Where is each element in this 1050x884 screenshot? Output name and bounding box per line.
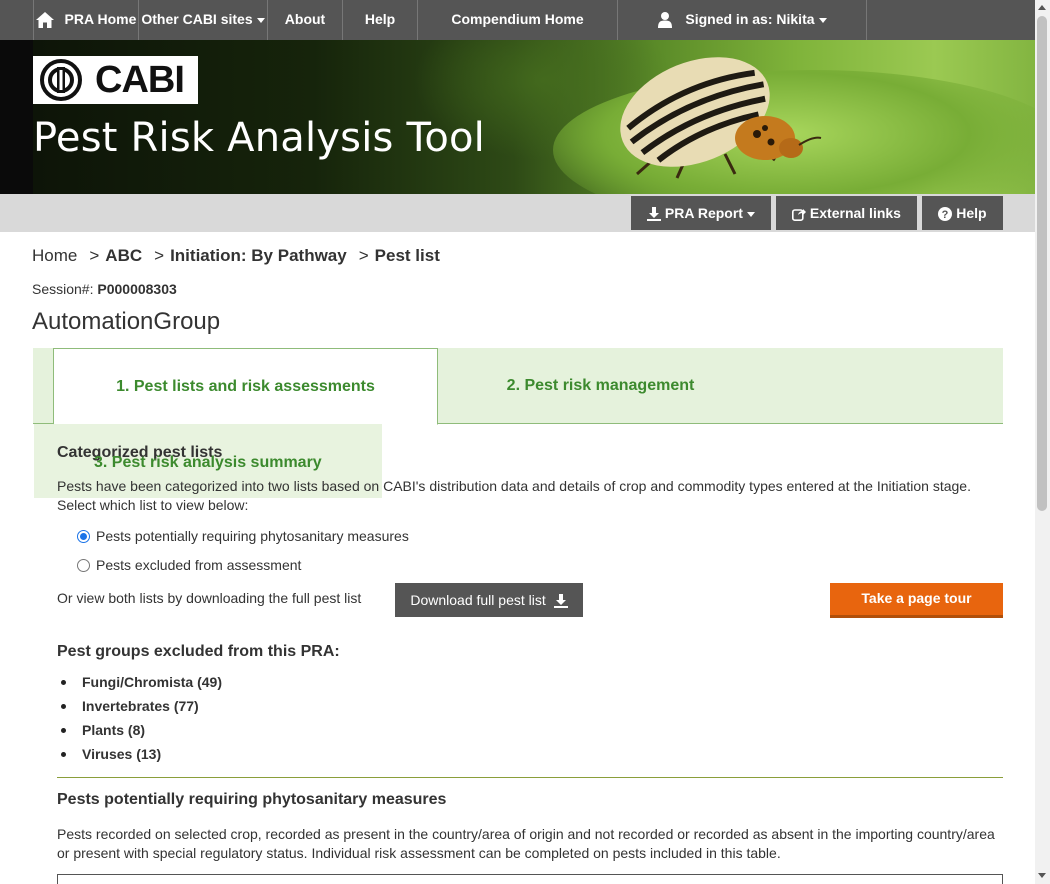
signed-in-label: Signed in as: Nikita bbox=[685, 11, 815, 27]
tab-pest-lists[interactable]: 1. Pest lists and risk assessments bbox=[53, 348, 438, 425]
page-tour-button[interactable]: Take a page tour bbox=[830, 583, 1003, 618]
nav-compendium-home[interactable]: Compendium Home bbox=[418, 0, 617, 40]
breadcrumb: Home > ABC > Initiation: By Pathway > Pest lis… bbox=[32, 245, 440, 267]
scroll-up-arrow-icon[interactable] bbox=[1038, 5, 1046, 10]
nav-about[interactable]: About bbox=[268, 0, 342, 40]
cabi-logo[interactable]: CABI bbox=[33, 56, 198, 104]
external-links-label: External links bbox=[809, 205, 901, 221]
cabi-logo-text: CABI bbox=[95, 59, 185, 101]
list-item: Invertebrates (77) bbox=[57, 696, 222, 720]
home-icon bbox=[35, 12, 54, 29]
list-item: Plants (8) bbox=[57, 720, 222, 744]
radio-option-phytosanitary[interactable]: Pests potentially requiring phytosanitar… bbox=[77, 527, 409, 545]
nav-pra-home[interactable]: PRA Home bbox=[33, 0, 138, 40]
chevron-down-icon bbox=[818, 17, 827, 23]
breadcrumb-separator: > bbox=[154, 246, 165, 265]
phyto-section-description: Pests recorded on selected crop, recorde… bbox=[57, 826, 995, 861]
app-title: Pest Risk Analysis Tool bbox=[33, 115, 485, 161]
nav-other-cabi-sites[interactable]: Other CABI sites bbox=[139, 0, 267, 40]
header-banner: CABI Pest Risk Analysis Tool bbox=[0, 40, 1035, 194]
cabi-logo-mark bbox=[40, 59, 82, 101]
pra-report-button[interactable]: PRA Report bbox=[631, 196, 771, 230]
download-prompt: Or view both lists by downloading the fu… bbox=[57, 590, 362, 606]
scrollbar-thumb[interactable] bbox=[1037, 16, 1047, 511]
tab-pest-lists-label: 1. Pest lists and risk assessments bbox=[116, 378, 375, 395]
radio-option-phytosanitary-label: Pests potentially requiring phytosanitar… bbox=[96, 528, 409, 544]
toolbar-help-button[interactable]: ? Help bbox=[922, 196, 1003, 230]
radio-button[interactable] bbox=[77, 559, 90, 572]
breadcrumb-current: Pest list bbox=[374, 246, 440, 265]
pest-table bbox=[57, 874, 1003, 884]
radio-button-selected[interactable] bbox=[77, 530, 90, 543]
radio-option-excluded-label: Pests excluded from assessment bbox=[96, 557, 302, 573]
nav-pra-home-label: PRA Home bbox=[64, 11, 137, 27]
nav-help[interactable]: Help bbox=[343, 0, 417, 40]
download-full-pest-list-button[interactable]: Download full pest list bbox=[395, 583, 583, 617]
download-icon bbox=[553, 594, 568, 609]
chevron-down-icon bbox=[746, 211, 755, 217]
tab-pest-risk-management[interactable]: 2. Pest risk management bbox=[438, 348, 763, 425]
top-navbar: PRA Home Other CABI sites About Help Com… bbox=[0, 0, 1035, 40]
vertical-scrollbar[interactable] bbox=[1035, 0, 1050, 884]
radio-option-excluded[interactable]: Pests excluded from assessment bbox=[77, 556, 301, 574]
session-label: Session#: bbox=[32, 281, 94, 297]
session-id: P000008303 bbox=[97, 281, 177, 297]
nav-compendium-home-label: Compendium Home bbox=[451, 11, 584, 27]
phyto-section-title: Pests potentially requiring phytosanitar… bbox=[57, 791, 447, 808]
excluded-groups-list: Fungi/Chromista (49) Invertebrates (77) … bbox=[57, 672, 222, 768]
action-toolbar: PRA Report External links ? Help bbox=[0, 194, 1035, 232]
breadcrumb-initiation[interactable]: Initiation: By Pathway bbox=[170, 246, 347, 265]
download-full-pest-list-label: Download full pest list bbox=[410, 592, 546, 608]
session-info: Session#: P000008303 bbox=[32, 280, 177, 298]
section-divider bbox=[57, 777, 1003, 778]
nav-user-menu[interactable]: Signed in as: Nikita bbox=[618, 0, 866, 40]
breadcrumb-separator: > bbox=[89, 246, 100, 265]
share-icon bbox=[792, 209, 807, 222]
nav-other-cabi-sites-label: Other CABI sites bbox=[141, 11, 253, 27]
toolbar-help-label: Help bbox=[956, 205, 987, 221]
question-circle-icon: ? bbox=[938, 207, 953, 222]
group-name: AutomationGroup bbox=[32, 308, 221, 335]
beetle-illustration bbox=[620, 57, 822, 179]
user-icon bbox=[658, 12, 673, 29]
breadcrumb-separator: > bbox=[358, 246, 369, 265]
scroll-down-arrow-icon[interactable] bbox=[1038, 873, 1046, 878]
download-icon bbox=[647, 207, 662, 222]
categorized-description: Pests have been categorized into two lis… bbox=[57, 478, 971, 513]
svg-text:?: ? bbox=[942, 209, 949, 221]
tab-pest-risk-management-label: 2. Pest risk management bbox=[506, 377, 695, 394]
chevron-down-icon bbox=[256, 17, 265, 23]
pra-report-label: PRA Report bbox=[664, 205, 743, 221]
list-item: Viruses (13) bbox=[57, 744, 222, 768]
excluded-groups-title: Pest groups excluded from this PRA: bbox=[57, 643, 340, 660]
nav-divider bbox=[866, 0, 867, 40]
external-links-button[interactable]: External links bbox=[776, 196, 917, 230]
nav-about-label: About bbox=[284, 11, 326, 27]
list-item: Fungi/Chromista (49) bbox=[57, 672, 222, 696]
tab-pest-risk-summary-label: 3. Pest risk analysis summary bbox=[94, 454, 322, 471]
breadcrumb-abc[interactable]: ABC bbox=[105, 246, 142, 265]
nav-help-label: Help bbox=[364, 11, 396, 27]
step-tabs: 1. Pest lists and risk assessments 2. Pe… bbox=[33, 348, 1003, 425]
page: PRA Home Other CABI sites About Help Com… bbox=[0, 0, 1035, 884]
breadcrumb-home[interactable]: Home bbox=[32, 246, 77, 265]
